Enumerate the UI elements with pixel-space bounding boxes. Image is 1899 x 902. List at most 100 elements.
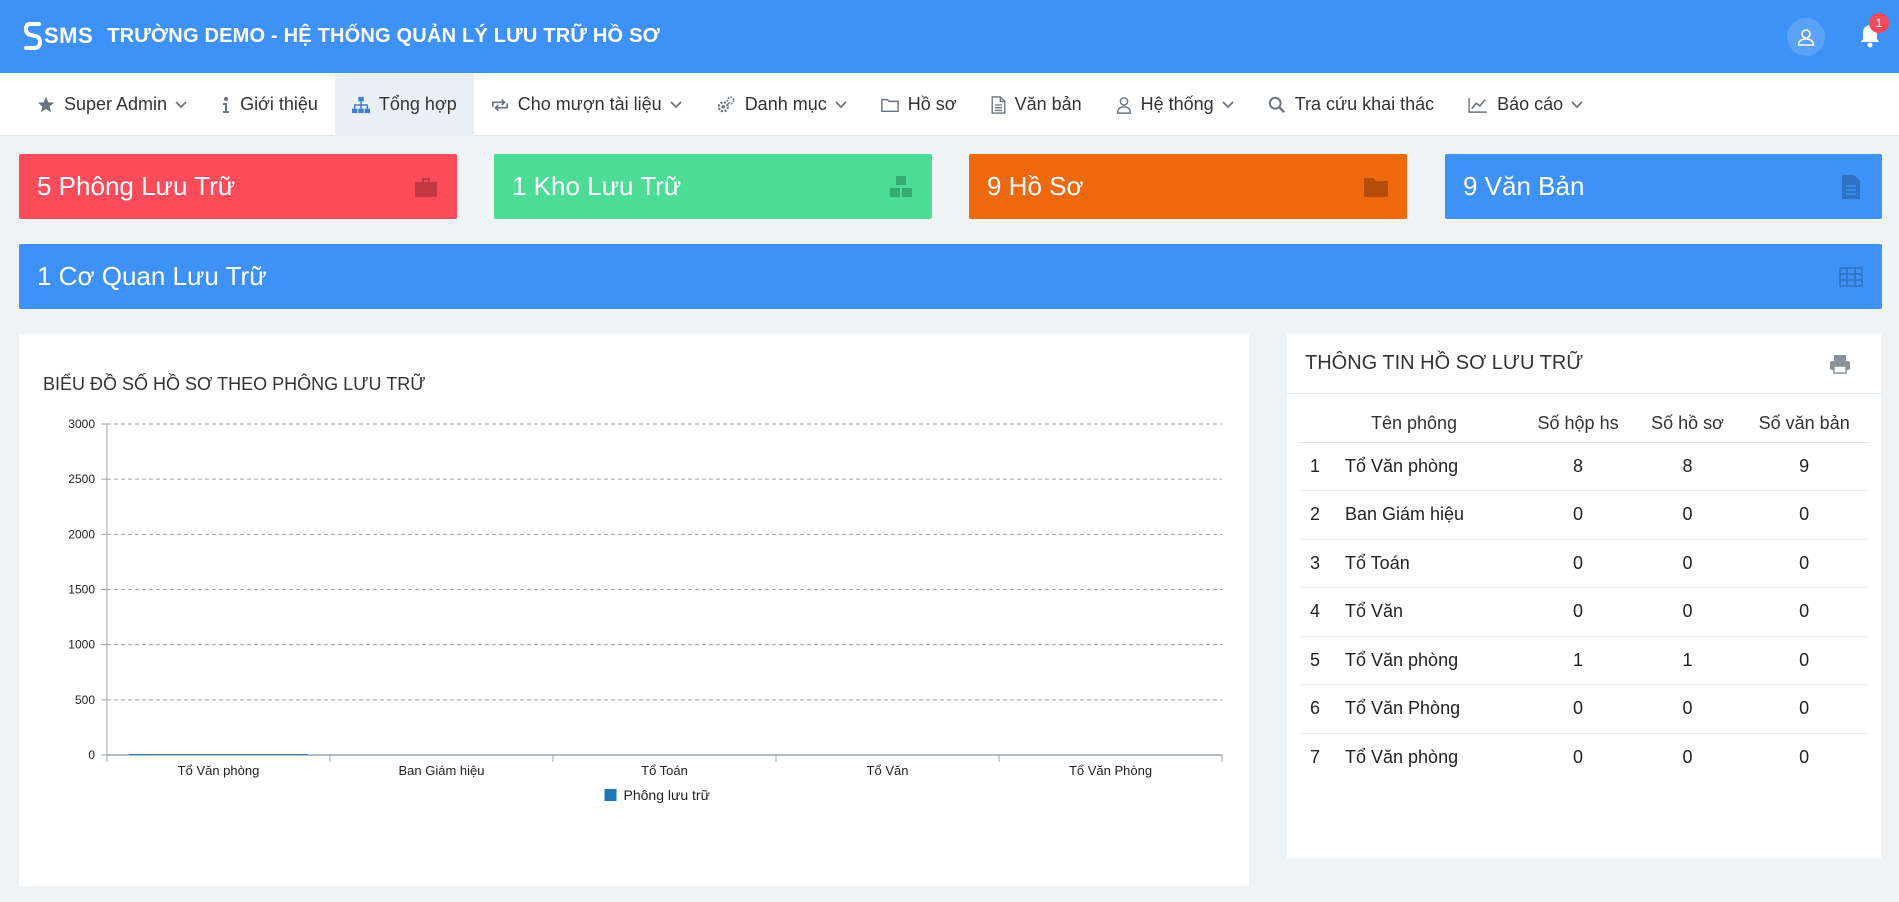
row-docs: 0	[1799, 747, 1810, 767]
chevron-down-icon	[1571, 100, 1583, 108]
table-row: 3 Tổ Toán 0 0 0	[1299, 539, 1869, 588]
nav-label: Giới thiệu	[240, 94, 318, 114]
row-name: Tổ Văn phòng	[1345, 747, 1459, 767]
nav-label: Danh mục	[744, 94, 827, 114]
legend-swatch	[604, 789, 617, 801]
table-icon	[1839, 267, 1863, 287]
search-icon	[1268, 96, 1285, 113]
nav-label: Hệ thống	[1140, 94, 1214, 114]
x-tick-label: Tổ Toán	[641, 763, 688, 778]
chevron-down-icon	[175, 100, 187, 108]
row-docs: 9	[1739, 442, 1869, 491]
y-tick-label: 0	[88, 748, 95, 762]
tile-label: 9 Văn Bản	[1463, 171, 1585, 201]
user-menu-button[interactable]	[1787, 18, 1825, 56]
file-icon	[991, 95, 1006, 114]
nav-bao-cao[interactable]: Báo cáo	[1451, 73, 1600, 136]
col-so-van-ban[interactable]: Số văn bản	[1739, 406, 1869, 443]
legend-label: Phông lưu trữ	[624, 787, 710, 803]
col-so-ho-so[interactable]: Số hồ sơ	[1635, 406, 1740, 443]
logo: SMS	[24, 21, 93, 51]
app-title: TRƯỜNG DEMO - HỆ THỐNG QUẢN LÝ LƯU TRỮ H…	[107, 24, 660, 47]
row-boxes: 1	[1520, 636, 1636, 685]
sms-logo-icon	[24, 22, 42, 50]
row-index: 1	[1299, 442, 1331, 491]
row-docs: 0	[1739, 684, 1869, 734]
y-tick-label: 3000	[68, 417, 95, 431]
chevron-down-icon	[835, 100, 847, 108]
tile-van-ban[interactable]: 9 Văn Bản	[1445, 154, 1882, 219]
col-so-hop[interactable]: Số hộp hs	[1520, 406, 1636, 443]
row-index: 4	[1299, 587, 1331, 637]
nav-label: Tra cứu khai thác	[1294, 94, 1435, 114]
row-docs: 0	[1739, 539, 1869, 588]
tile-label: 5 Phông Lưu Trữ	[37, 171, 236, 201]
star-icon	[37, 96, 55, 112]
nav-label: Tổng hợp	[378, 94, 457, 114]
chart-panel: BIỂU ĐỒ SỐ HỒ SƠ THEO PHÔNG LƯU TRỮ 0 500…	[19, 334, 1249, 886]
info-header: THÔNG TIN HỒ SƠ LƯU TRỮ	[1287, 334, 1881, 394]
row-records: 1	[1635, 636, 1740, 685]
y-tick-label: 2500	[68, 472, 95, 486]
main-nav: Super Admin Giới thiệu Tổng hợp Cho mượn…	[0, 73, 1899, 136]
tile-ho-so[interactable]: 9 Hồ Sơ	[969, 154, 1407, 219]
bar-chart: 0 500 1000 1500 2000 2500 3000 Tổ Văn phòng Ban …	[68, 417, 1223, 803]
info-icon	[223, 96, 230, 113]
row-name: Tổ Văn phòng	[1331, 636, 1521, 685]
exchange-icon	[491, 98, 508, 111]
folder-icon	[880, 98, 899, 112]
row-docs: 0	[1739, 636, 1869, 685]
table-row: 2 Ban Giám hiệu 0 0 0	[1299, 490, 1869, 540]
print-icon[interactable]	[1829, 353, 1851, 375]
user-icon	[1797, 29, 1815, 46]
row-boxes: 0	[1520, 684, 1636, 734]
row-records: 0	[1682, 747, 1693, 767]
nav-gioi-thieu[interactable]: Giới thiệu	[204, 73, 335, 136]
row-name: Tổ Văn phòng	[1331, 442, 1521, 491]
logo-text: SMS	[44, 23, 94, 48]
line-chart-icon	[1468, 97, 1488, 113]
notification-badge: 1	[1869, 13, 1889, 33]
row-records: 0	[1635, 684, 1740, 734]
y-tick-label: 1000	[68, 638, 95, 652]
table-row: 5 Tổ Văn phòng 1 1 0	[1299, 636, 1869, 685]
table-row: 4 Tổ Văn 0 0 0	[1299, 587, 1869, 637]
nav-label: Super Admin	[64, 94, 168, 114]
row-index: 7	[1309, 747, 1320, 767]
chevron-down-icon	[1222, 100, 1234, 108]
brand[interactable]: SMS TRƯỜNG DEMO - HỆ THỐNG QUẢN LÝ LƯU T…	[24, 18, 660, 54]
nav-tong-hop[interactable]: Tổng hợp	[334, 73, 474, 136]
row-docs: 0	[1739, 587, 1869, 637]
nav-super-admin[interactable]: Super Admin	[20, 73, 204, 136]
tile-phong-luu-tru[interactable]: 5 Phông Lưu Trữ	[19, 154, 457, 219]
row-index: 5	[1299, 636, 1331, 685]
table-row: 1 Tổ Văn phòng 8 8 9	[1299, 442, 1869, 491]
row-name: Tổ Văn Phòng	[1331, 684, 1521, 734]
x-tick-label: Tổ Văn Phòng	[1069, 763, 1152, 778]
x-tick-label: Ban Giám hiệu	[399, 763, 485, 778]
y-tick-label: 1500	[68, 583, 95, 597]
nav-danh-muc[interactable]: Danh mục	[699, 73, 864, 136]
user-icon	[1116, 96, 1131, 114]
nav-ho-so[interactable]: Hồ sơ	[864, 73, 974, 136]
nav-van-ban[interactable]: Văn bản	[974, 73, 1099, 136]
row-index: 2	[1299, 490, 1331, 540]
nav-tra-cuu[interactable]: Tra cứu khai thác	[1251, 73, 1451, 136]
nav-he-thong[interactable]: Hệ thống	[1099, 73, 1251, 136]
briefcase-icon	[415, 178, 437, 197]
info-panel: THÔNG TIN HỒ SƠ LƯU TRỮ Tên phông Số hộp…	[1287, 334, 1881, 858]
tile-kho-luu-tru[interactable]: 1 Kho Lưu Trữ	[494, 154, 932, 219]
nav-label: Hồ sơ	[907, 94, 957, 114]
folder-icon	[1364, 178, 1388, 197]
row-records: 8	[1635, 442, 1740, 491]
tile-co-quan-luu-tru[interactable]: 1 Cơ Quan Lưu Trữ	[19, 244, 1882, 309]
row-records: 0	[1635, 490, 1740, 540]
nav-cho-muon[interactable]: Cho mượn tài liệu	[474, 73, 699, 136]
col-ten-phong[interactable]: Tên phông	[1299, 406, 1521, 443]
chevron-down-icon	[670, 100, 682, 108]
row-boxes: 8	[1520, 442, 1636, 491]
cubes-icon	[890, 176, 912, 197]
top-bar: SMS TRƯỜNG DEMO - HỆ THỐNG QUẢN LÝ LƯU T…	[0, 0, 1899, 73]
y-tick-label: 2000	[68, 527, 95, 541]
row-boxes: 0	[1520, 587, 1636, 637]
